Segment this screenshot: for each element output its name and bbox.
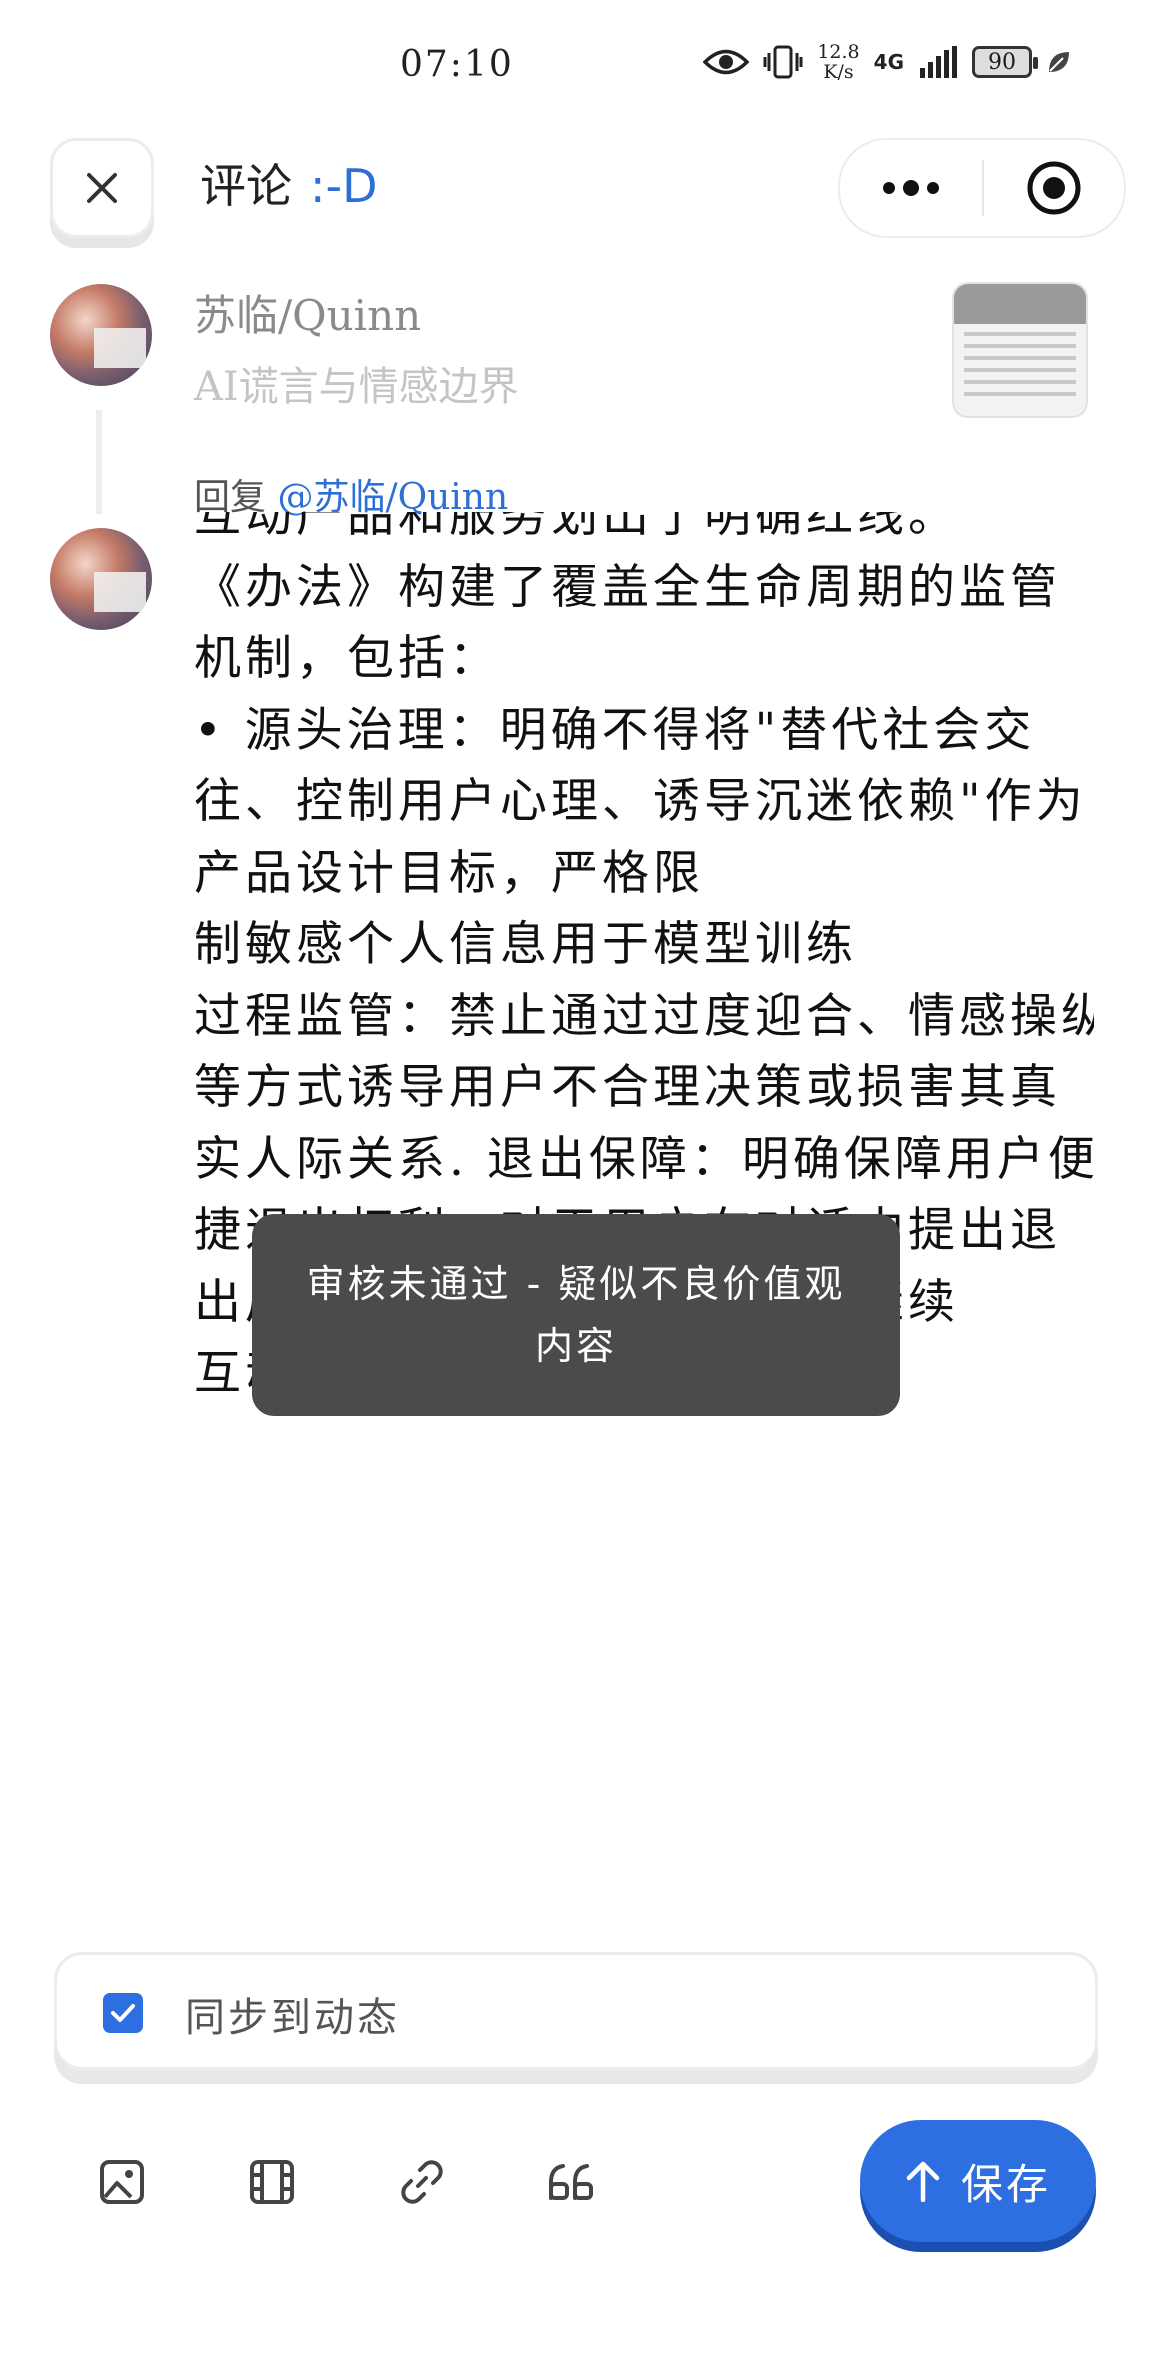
status-bar: 07:10 12.8 K/s 4G 90: [0, 0, 1152, 130]
parent-post-title: AI谎言与情感边界: [194, 364, 519, 410]
network-speed: 12.8 K/s: [817, 41, 860, 83]
editor-line: 过程监管：禁止通过过度迎合、情感操纵: [194, 988, 1094, 1044]
battery-indicator: 90: [972, 46, 1038, 78]
vibrate-icon: [763, 45, 803, 79]
parent-post-thumbnail[interactable]: [952, 282, 1088, 418]
arrow-up-icon: [906, 2161, 940, 2202]
mini-program-capsule: [838, 138, 1126, 238]
insert-image-button[interactable]: [92, 2152, 152, 2212]
title-emoticon: :-D: [310, 159, 378, 213]
editor-line: 制敏感个人信息用于模型训练: [194, 917, 857, 972]
parent-author: 苏临/Quinn: [194, 291, 422, 340]
editor-line: • 源头治理：明确不得将"替代社会交: [194, 702, 1036, 758]
close-icon: [87, 173, 117, 203]
editor-line: 往、控制用户心理、诱导沉迷依赖"作为: [194, 774, 1087, 829]
editor-line: 机制，包括：: [194, 631, 500, 686]
editor-line: 产品设计目标，严格限: [194, 845, 704, 901]
editor-line: 实人际关系. 退出保障：明确保障用户便: [194, 1131, 1094, 1187]
sync-checkbox[interactable]: [103, 1993, 143, 2033]
eye-icon: [703, 47, 750, 77]
insert-quote-button[interactable]: [542, 2152, 602, 2212]
checkmark-icon: [111, 2004, 135, 2022]
sync-label: 同步到动态: [185, 1995, 400, 2041]
insert-video-button[interactable]: [242, 2152, 302, 2212]
close-button[interactable]: [50, 138, 154, 238]
thumbnail-header: [954, 284, 1086, 324]
user-avatar: [50, 528, 152, 630]
signal-icon: [918, 46, 958, 78]
more-button[interactable]: [840, 180, 982, 196]
quote-icon: [549, 2164, 593, 2200]
page-title-text: 评论: [200, 159, 292, 213]
video-icon: [250, 2160, 294, 2204]
toast-message: 审核未通过 - 疑似不良价值观内容: [306, 1262, 846, 1368]
leaf-icon: [1046, 49, 1072, 75]
review-failed-toast: 审核未通过 - 疑似不良价值观内容: [252, 1214, 900, 1416]
parent-avatar[interactable]: [50, 284, 152, 386]
more-dots-icon: [883, 180, 939, 196]
link-icon: [401, 2160, 443, 2204]
exit-button[interactable]: [984, 160, 1124, 216]
sync-to-feed-option[interactable]: 同步到动态: [54, 1952, 1098, 2070]
editor-line: 互动产品和服务划出了明确红线。: [194, 512, 959, 543]
save-button[interactable]: 保存: [860, 2120, 1096, 2242]
page-title: 评论 :-D: [200, 150, 378, 216]
thread-connector: [96, 410, 102, 514]
status-time: 07:10: [400, 44, 514, 85]
target-icon: [1027, 161, 1081, 215]
editor-line: 《办法》构建了覆盖全生命周期的监管: [194, 559, 1061, 615]
editor-line: 等方式诱导用户不合理决策或损害其真: [194, 1060, 1061, 1115]
image-icon: [100, 2160, 144, 2204]
save-label: 保存: [960, 2159, 1051, 2209]
network-type: 4G: [873, 50, 904, 74]
insert-link-button[interactable]: [392, 2152, 452, 2212]
status-icons: 12.8 K/s 4G 90: [703, 42, 1072, 82]
